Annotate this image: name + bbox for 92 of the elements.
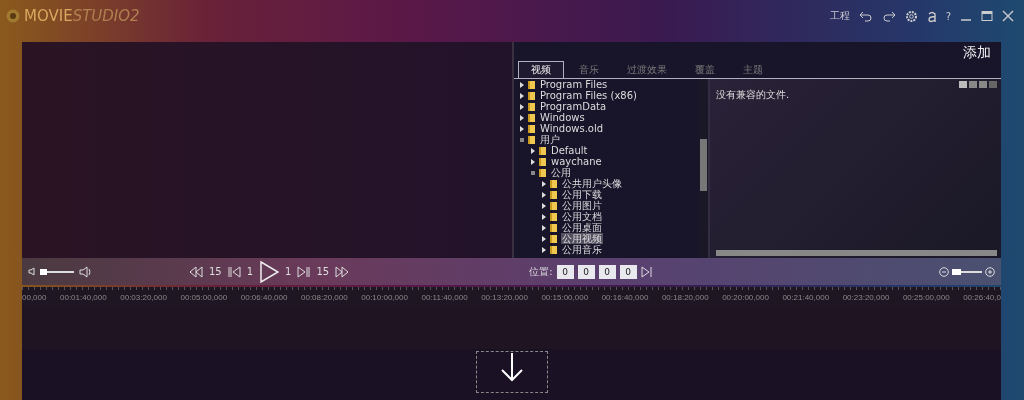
time-label: 00:25:00,000	[902, 292, 950, 302]
help-button[interactable]: ?	[945, 10, 951, 22]
time-label: 00:10:00,000	[361, 292, 408, 302]
maximize-icon[interactable]	[981, 10, 993, 22]
down-arrow-icon	[499, 352, 524, 382]
tab[interactable]: 主题	[730, 61, 776, 78]
redo-icon[interactable]	[881, 10, 896, 22]
panel-heading: 添加	[963, 44, 991, 62]
folder-name[interactable]: waychane	[550, 156, 603, 167]
zoom-in-icon[interactable]	[985, 266, 995, 277]
scrollbar[interactable]	[716, 250, 997, 256]
end-icon[interactable]	[640, 265, 653, 278]
text-icon[interactable]	[926, 9, 937, 23]
time-label: 00:21:40,000	[782, 292, 830, 302]
step-count: 1	[246, 266, 254, 277]
folder-icon	[528, 80, 535, 89]
time-label: 00:06:40,000	[240, 292, 288, 302]
folder-name[interactable]: Default	[550, 145, 589, 156]
position-field[interactable]: 0	[619, 264, 637, 279]
step-count: 15	[316, 266, 330, 277]
time-label: 00:26:40,0	[963, 292, 1001, 302]
view-mode-icon[interactable]	[959, 81, 999, 88]
folder-icon	[550, 190, 557, 199]
folder-icon	[550, 223, 557, 232]
time-label: 00:20:00,000	[722, 292, 769, 302]
volume-slider[interactable]	[40, 268, 47, 275]
folder-icon	[550, 201, 557, 210]
folder-name[interactable]: ProgramData	[539, 101, 608, 112]
folder-name[interactable]: Windows.old	[539, 123, 605, 134]
time-label: 00:08:20,000	[301, 292, 348, 302]
folder-icon	[528, 102, 535, 111]
folder-name[interactable]: 公共用户头像	[561, 178, 623, 189]
logo-icon	[6, 9, 20, 23]
folder-icon	[528, 135, 535, 144]
folder-icon	[550, 245, 557, 254]
fast-forward-icon[interactable]	[335, 265, 350, 278]
folder-name[interactable]: 公用音乐	[561, 244, 603, 255]
step-count: 15	[209, 266, 222, 277]
scrollbar[interactable]	[699, 79, 708, 258]
tab[interactable]: 音乐	[566, 61, 612, 78]
folder-name[interactable]: 公用图片	[561, 200, 603, 211]
folder-icon	[528, 113, 535, 122]
step-forward-icon[interactable]	[297, 265, 311, 278]
zoom-out-icon[interactable]	[939, 266, 949, 277]
folder-name[interactable]: Program Files (x86)	[539, 90, 638, 101]
folder-name[interactable]: 用户	[539, 134, 561, 145]
position-label: 位置:	[529, 264, 553, 279]
speaker-icon	[79, 265, 93, 278]
position-field[interactable]: 0	[577, 264, 595, 279]
folder-icon	[539, 168, 546, 177]
folder-icon	[539, 157, 546, 166]
position-field[interactable]: 0	[556, 264, 574, 279]
folder-name[interactable]: Program Files	[539, 79, 609, 90]
time-label: 00:23:20,000	[842, 292, 890, 302]
time-label: 00,000	[22, 292, 47, 302]
step-back-icon[interactable]	[227, 265, 241, 278]
tab[interactable]: 覆盖	[682, 61, 728, 78]
rewind-icon[interactable]	[189, 265, 203, 278]
folder-name[interactable]: 公用桌面	[561, 222, 603, 233]
time-label: 00:11:40,000	[421, 292, 468, 302]
time-label: 00:18:20,000	[661, 292, 709, 302]
tab[interactable]: 过渡效果	[614, 61, 680, 78]
logo-text: MOVIESTUDIO2	[24, 7, 140, 25]
folder-icon	[539, 146, 546, 155]
folder-icon	[550, 234, 557, 243]
time-label: 00:03:20,000	[120, 292, 167, 302]
time-label: 00:01:40,000	[60, 292, 107, 302]
step-count: 1	[285, 266, 292, 277]
folder-name[interactable]: 公用	[550, 167, 572, 178]
folder-icon	[528, 124, 535, 133]
folder-name[interactable]: 公用视频	[561, 233, 603, 244]
folder-name[interactable]: 公用下载	[561, 189, 603, 200]
empty-message: 没有兼容的文件.	[716, 88, 790, 102]
position-field[interactable]: 0	[598, 264, 616, 279]
folder-icon	[528, 91, 535, 100]
close-icon[interactable]	[1002, 10, 1014, 22]
time-label: 00:13:20,000	[481, 292, 528, 302]
time-label: 00:15:00,000	[541, 292, 589, 302]
folder-icon	[550, 179, 557, 188]
zoom-slider[interactable]	[952, 268, 961, 275]
undo-icon[interactable]	[858, 10, 873, 22]
folder-name[interactable]: Windows	[539, 112, 586, 123]
time-label: 00:05:00,000	[180, 292, 228, 302]
folder-icon	[550, 212, 557, 221]
play-icon[interactable]	[259, 260, 280, 283]
settings-icon[interactable]	[904, 9, 918, 23]
time-label: 00:16:40,000	[601, 292, 649, 302]
tab[interactable]: 视频	[518, 61, 564, 78]
folder-name[interactable]: 公用文档	[561, 211, 603, 222]
drop-zone[interactable]	[475, 351, 548, 393]
project-button[interactable]: 工程	[829, 9, 850, 23]
speaker-icon	[28, 267, 35, 276]
